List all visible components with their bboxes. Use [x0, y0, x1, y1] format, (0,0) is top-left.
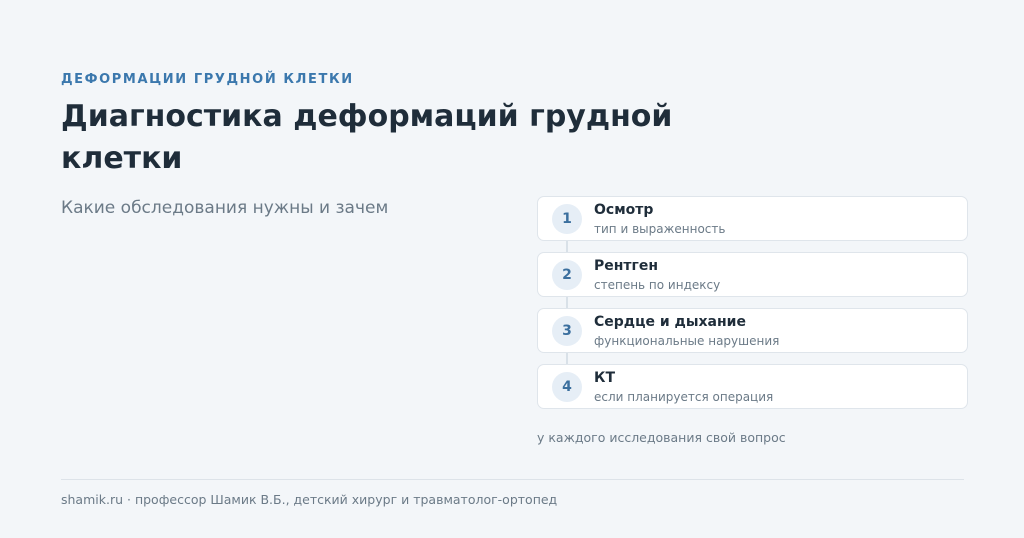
- footer-divider: [61, 479, 964, 480]
- step-card: 1 Осмотр тип и выраженность: [537, 196, 968, 241]
- step-number-badge: 3: [552, 316, 582, 346]
- diagnostic-steps-list: 1 Осмотр тип и выраженность 2 Рентген ст…: [537, 196, 968, 420]
- step-description: функциональные нарушения: [594, 334, 780, 348]
- steps-note: у каждого исследования свой вопрос: [537, 430, 786, 445]
- page-title: Диагностика деформаций грудной клетки: [61, 99, 673, 176]
- step-card: 3 Сердце и дыхание функциональные наруше…: [537, 308, 968, 353]
- step-number-badge: 1: [552, 204, 582, 234]
- footer-credit: shamik.ru · профессор Шамик В.Б., детски…: [61, 492, 558, 507]
- step-number-badge: 2: [552, 260, 582, 290]
- step-title: КТ: [594, 370, 615, 386]
- step-card: 2 Рентген степень по индексу: [537, 252, 968, 297]
- step-title: Рентген: [594, 258, 659, 274]
- step-description: степень по индексу: [594, 278, 721, 292]
- step-description: тип и выраженность: [594, 222, 726, 236]
- step-card: 4 КТ если планируется операция: [537, 364, 968, 409]
- step-number-badge: 4: [552, 372, 582, 402]
- step-title: Осмотр: [594, 202, 654, 218]
- step-title: Сердце и дыхание: [594, 314, 746, 330]
- section-eyebrow: ДЕФОРМАЦИИ ГРУДНОЙ КЛЕТКИ: [61, 72, 354, 87]
- step-description: если планируется операция: [594, 390, 774, 404]
- page-subtitle: Какие обследования нужны и зачем: [61, 198, 389, 218]
- steps-connector-line: [566, 220, 568, 388]
